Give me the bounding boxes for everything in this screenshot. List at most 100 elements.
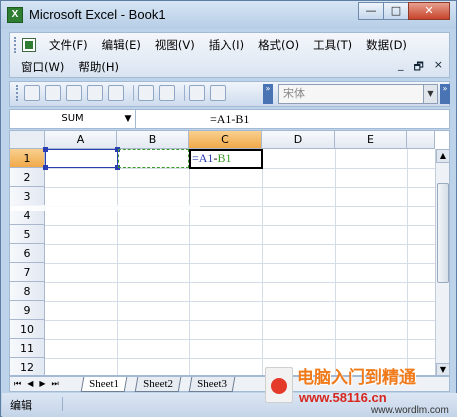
maximize-button[interactable]: □ xyxy=(383,2,409,20)
row-header-6[interactable]: 6 xyxy=(10,244,45,263)
spelling-icon[interactable] xyxy=(189,85,205,101)
toolbar-divider xyxy=(184,85,185,101)
menu-window[interactable]: 窗口(W) xyxy=(14,59,71,75)
sheet-tab-label: Sheet2 xyxy=(143,378,174,390)
sheet-tab-label: Sheet3 xyxy=(197,378,228,390)
grid-line xyxy=(262,149,263,375)
standard-toolbar: » 宋体 ▼ » xyxy=(9,81,450,107)
grid-line xyxy=(335,149,336,375)
menu-view[interactable]: 视图(V) xyxy=(148,37,202,53)
sheet-tab-1[interactable]: Sheet1 xyxy=(80,377,128,392)
menu-format[interactable]: 格式(O) xyxy=(251,37,306,53)
formula-input[interactable]: =A1-B1 xyxy=(210,112,249,127)
watermark-url: www.58116.cn xyxy=(299,390,387,405)
column-header-b[interactable]: B xyxy=(117,131,189,149)
row-header-8[interactable]: 8 xyxy=(10,282,45,301)
sheet-tab-3[interactable]: Sheet3 xyxy=(188,377,236,392)
prev-sheet-arrow-icon[interactable]: ◀ xyxy=(27,378,33,390)
menu-edit[interactable]: 编辑(E) xyxy=(95,37,148,53)
menu-insert[interactable]: 插入(I) xyxy=(202,37,251,53)
vertical-scrollbar[interactable]: ▲ ▼ xyxy=(435,149,449,375)
menu-file[interactable]: 文件(F) xyxy=(42,37,95,53)
column-header-e[interactable]: E xyxy=(335,131,407,149)
excel-window: X Microsoft Excel - Book1 — □ ✕ 文件(F) 编辑… xyxy=(0,0,457,417)
name-box-value: SUM xyxy=(61,113,84,124)
excel-app-icon[interactable]: X xyxy=(7,7,23,23)
menu-data[interactable]: 数据(D) xyxy=(359,37,414,53)
resize-handle[interactable] xyxy=(43,147,48,152)
watermark-overlay-strip xyxy=(10,205,200,211)
toolbar-options-chevron[interactable]: » xyxy=(440,84,450,104)
doc-minimize-button[interactable]: _ xyxy=(398,58,404,77)
grid-line xyxy=(45,244,435,245)
permission-icon[interactable] xyxy=(87,85,103,101)
site-logo-icon xyxy=(265,367,293,403)
cell-c1-ref-a: =A1 xyxy=(192,151,214,165)
column-header-f[interactable] xyxy=(407,131,435,149)
grid-line xyxy=(45,282,435,283)
worksheet-grid[interactable]: A B C D E 1 2 3 4 5 6 7 8 9 10 11 12 =A1… xyxy=(9,130,450,376)
title-bar[interactable]: X Microsoft Excel - Book1 — □ ✕ xyxy=(1,1,456,29)
row-header-7[interactable]: 7 xyxy=(10,263,45,282)
last-sheet-arrow-icon[interactable]: ⏭ xyxy=(52,378,59,390)
save-icon[interactable] xyxy=(66,85,82,101)
close-button[interactable]: ✕ xyxy=(408,2,450,20)
watermark-site-name: 电脑入门到精通 xyxy=(297,368,416,388)
grid-line xyxy=(45,301,435,302)
cell-b1-reference-box[interactable] xyxy=(118,149,189,168)
menu-help[interactable]: 帮助(H) xyxy=(71,59,126,75)
resize-handle[interactable] xyxy=(43,165,48,170)
toolbar-grip-icon[interactable] xyxy=(14,37,18,53)
row-header-5[interactable]: 5 xyxy=(10,225,45,244)
cell-a1-reference-box[interactable] xyxy=(45,149,118,168)
print-icon[interactable] xyxy=(138,85,154,101)
row-header-12[interactable]: 12 xyxy=(10,358,45,375)
menu-tools[interactable]: 工具(T) xyxy=(306,37,359,53)
print-preview-icon[interactable] xyxy=(159,85,175,101)
cell-c1-content[interactable]: =A1-B1 xyxy=(192,149,231,168)
row-header-3[interactable]: 3 xyxy=(10,187,45,206)
sheet-tab-2[interactable]: Sheet2 xyxy=(134,377,182,392)
grid-line xyxy=(45,358,435,359)
status-mode: 编辑 xyxy=(10,399,32,412)
open-icon[interactable] xyxy=(45,85,61,101)
row-header-11[interactable]: 11 xyxy=(10,339,45,358)
watermark-url-secondary: www.wordlm.com xyxy=(371,405,449,416)
row-header-9[interactable]: 9 xyxy=(10,301,45,320)
row-header-2[interactable]: 2 xyxy=(10,168,45,187)
menu-bar: 文件(F) 编辑(E) 视图(V) 插入(I) 格式(O) 工具(T) 数据(D… xyxy=(9,32,450,78)
toolbar-grip-icon[interactable] xyxy=(16,85,20,101)
toolbar-options-chevron[interactable]: » xyxy=(263,84,273,104)
status-divider xyxy=(62,397,63,411)
column-header-a[interactable]: A xyxy=(45,131,117,149)
row-header-10[interactable]: 10 xyxy=(10,320,45,339)
column-header-d[interactable]: D xyxy=(262,131,335,149)
row-header-1[interactable]: 1 xyxy=(10,149,45,168)
scroll-up-arrow-icon[interactable]: ▲ xyxy=(436,149,449,163)
first-sheet-arrow-icon[interactable]: ⏮ xyxy=(14,378,21,390)
select-all-corner[interactable] xyxy=(10,131,45,149)
doc-close-button[interactable]: × xyxy=(434,58,443,77)
new-icon[interactable] xyxy=(24,85,40,101)
name-box[interactable]: SUM ▼ xyxy=(10,110,136,128)
formula-bar: SUM ▼ =A1-B1 xyxy=(9,109,450,129)
cell-c1-ref-b: B1 xyxy=(217,151,232,165)
minimize-button[interactable]: — xyxy=(358,2,384,20)
grid-line xyxy=(407,149,408,375)
column-header-c[interactable]: C xyxy=(189,131,262,149)
font-name-value: 宋体 xyxy=(283,87,305,100)
grid-line xyxy=(45,320,435,321)
chevron-down-icon[interactable]: ▼ xyxy=(423,85,437,103)
research-icon[interactable] xyxy=(210,85,226,101)
font-name-select[interactable]: 宋体 ▼ xyxy=(278,84,438,104)
grid-line xyxy=(45,339,435,340)
doc-restore-button[interactable]: 🗗 xyxy=(413,58,423,77)
next-sheet-arrow-icon[interactable]: ▶ xyxy=(39,378,45,390)
workbook-icon[interactable] xyxy=(22,38,36,52)
window-title: Microsoft Excel - Book1 xyxy=(29,7,166,22)
grid-line xyxy=(45,225,435,226)
chevron-down-icon[interactable]: ▼ xyxy=(121,110,135,128)
site-watermark: 电脑入门到精通 www.58116.cn www.wordlm.com xyxy=(263,361,457,416)
scroll-thumb[interactable] xyxy=(437,183,449,283)
email-icon[interactable] xyxy=(108,85,124,101)
